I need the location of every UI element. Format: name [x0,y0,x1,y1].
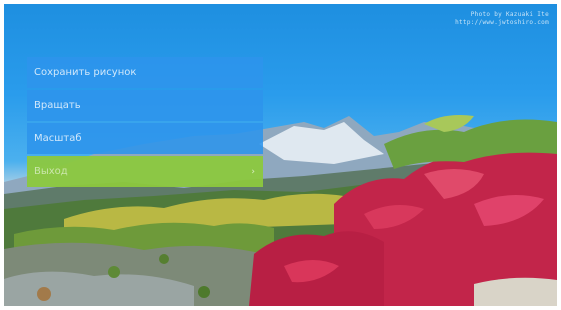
menu-item-label: Масштаб [34,133,82,144]
photo-credit-line-1: Photo by Kazuaki Ite [470,11,549,18]
menu-item-label: Выход [34,166,68,177]
chevron-right-icon: › [251,166,255,177]
menu-item-save-picture[interactable]: Сохранить рисунок [27,57,263,88]
context-menu: Сохранить рисунок Вращать Масштаб Выход … [27,57,263,189]
photo-credit-line-2: http://www.jwtoshiro.com [455,19,549,26]
menu-item-zoom[interactable]: Масштаб [27,123,263,154]
photo-viewer-screen: Photo by Kazuaki Ite http://www.jwtoshir… [4,4,557,306]
menu-item-label: Сохранить рисунок [34,67,137,78]
menu-item-label: Вращать [34,100,81,111]
menu-item-rotate[interactable]: Вращать [27,90,263,121]
menu-item-exit[interactable]: Выход › [27,156,263,187]
photo-credit: Photo by Kazuaki Ite http://www.jwtoshir… [455,11,549,27]
